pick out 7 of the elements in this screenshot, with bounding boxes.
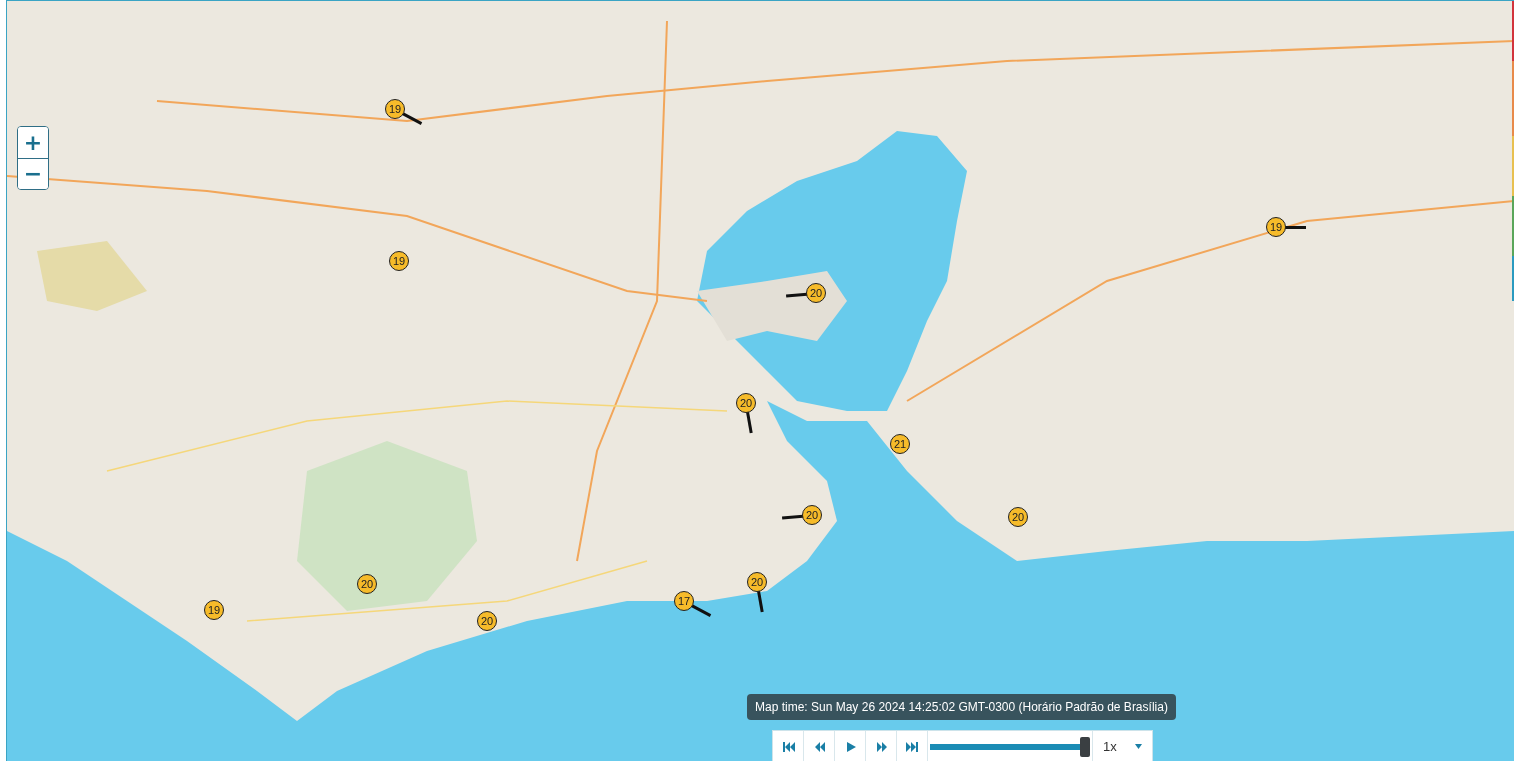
step-forward-icon xyxy=(874,740,888,753)
zoom-out-button[interactable]: − xyxy=(18,158,48,189)
map-time-tooltip: Map time: Sun May 26 2024 14:25:02 GMT-0300 (Horário Padrão de Brasília) xyxy=(747,694,1176,720)
skip-last-icon xyxy=(905,740,919,753)
caret-icon xyxy=(1134,744,1142,749)
skip-first-icon xyxy=(781,740,795,753)
slider-thumb[interactable] xyxy=(1080,736,1091,757)
